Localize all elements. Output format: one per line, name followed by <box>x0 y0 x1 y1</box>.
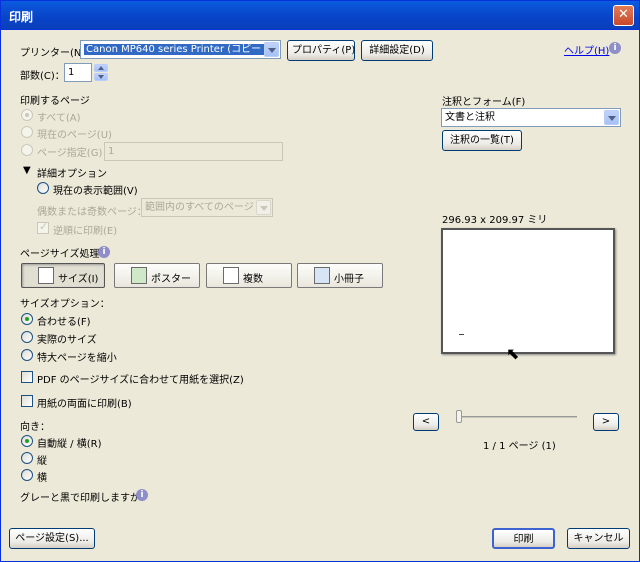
preview-dimensions: 296.93 x 209.97 ミリ <box>442 215 548 226</box>
more-options-label[interactable]: 詳細オプション <box>37 165 107 180</box>
print-button[interactable]: 印刷 <box>492 528 555 549</box>
all-pages-label: すべて(A) <box>37 113 81 124</box>
page-sizing-info-icon[interactable]: i <box>98 246 110 258</box>
shrink-label: 特大ページを縮小 <box>37 353 117 364</box>
fit-radio[interactable] <box>21 313 33 325</box>
properties-button[interactable]: プロパティ(P) <box>287 40 355 61</box>
close-button[interactable]: ✕ <box>613 5 634 26</box>
fit-label: 合わせる(F) <box>37 317 91 328</box>
grayscale-info-icon[interactable]: i <box>136 489 148 501</box>
actual-size-radio[interactable] <box>21 331 33 343</box>
mouse-cursor-icon: ⬉ <box>506 344 520 363</box>
all-pages-radio[interactable] <box>21 109 33 121</box>
tile-multiple[interactable]: 複数 <box>206 263 292 288</box>
current-page-label: 現在のページ(U) <box>37 130 112 141</box>
booklet-icon <box>314 267 330 284</box>
spin-up-icon[interactable] <box>94 64 108 72</box>
tile-poster-label: ポスター <box>151 274 191 285</box>
preview-content-mark <box>459 334 464 335</box>
portrait-label: 縦 <box>37 456 47 467</box>
chevron-down-icon[interactable] <box>604 110 619 125</box>
chevron-down-icon[interactable] <box>256 200 271 215</box>
size-options-label: サイズオプション： <box>20 299 110 310</box>
copies-label: 部数(C)： <box>20 71 65 82</box>
tile-poster[interactable]: ポスター <box>114 263 200 288</box>
printer-select-value: Canon MP640 series Printer (コピー 1) <box>84 44 277 55</box>
page-range-label: ページ指定(G) <box>37 148 103 159</box>
auto-orientation-radio[interactable] <box>21 435 33 447</box>
reverse-checkbox[interactable] <box>37 220 49 234</box>
reverse-label: 逆順に印刷(E) <box>53 226 118 237</box>
current-page-radio[interactable] <box>21 126 33 138</box>
page-sizing-heading: ページサイズ処理 <box>20 249 100 260</box>
next-page-button[interactable]: > <box>593 413 619 431</box>
copies-spinner[interactable] <box>94 64 108 81</box>
print-preview <box>441 228 615 354</box>
portrait-radio[interactable] <box>21 452 33 464</box>
auto-orientation-label: 自動縦 / 横(R) <box>37 439 102 450</box>
comments-select-value: 文書と注釈 <box>445 112 495 123</box>
page-range-input[interactable]: 1 <box>104 142 283 161</box>
page-info: 1 / 1 ページ (1) <box>483 441 556 452</box>
odd-even-label: 偶数または奇数ページ： <box>37 207 147 218</box>
tile-size-label: サイズ(I) <box>58 274 99 285</box>
grayscale-label: グレーと黒で印刷しますか? <box>20 493 146 504</box>
help-info-icon[interactable]: i <box>609 42 621 54</box>
tile-booklet[interactable]: 小冊子 <box>297 263 383 288</box>
tile-multiple-label: 複数 <box>243 274 263 285</box>
landscape-radio[interactable] <box>21 469 33 481</box>
current-view-radio[interactable] <box>37 182 49 194</box>
spin-down-icon[interactable] <box>94 73 108 81</box>
size-icon <box>38 267 54 284</box>
page-setup-button[interactable]: ページ設定(S)... <box>9 528 95 549</box>
pages-heading: 印刷するページ <box>20 96 90 107</box>
landscape-label: 横 <box>37 473 47 484</box>
tile-booklet-label: 小冊子 <box>334 274 364 285</box>
current-view-label: 現在の表示範囲(V) <box>53 186 138 197</box>
duplex-label: 用紙の両面に印刷(B) <box>37 399 132 410</box>
comments-summary-button[interactable]: 注釈の一覧(T) <box>442 130 522 151</box>
odd-even-select-value: 範囲内のすべてのページ <box>145 202 254 213</box>
page-range-radio[interactable] <box>21 144 33 156</box>
page-slider-thumb[interactable] <box>456 410 462 423</box>
chevron-down-icon[interactable] <box>264 42 279 57</box>
title-bar[interactable]: 印刷 ✕ <box>1 1 639 30</box>
multiple-icon <box>223 267 239 284</box>
pdf-paper-checkbox[interactable] <box>21 371 33 383</box>
printer-select[interactable]: Canon MP640 series Printer (コピー 1) <box>80 40 281 59</box>
shrink-radio[interactable] <box>21 349 33 361</box>
prev-page-button[interactable]: < <box>413 413 439 431</box>
comments-select[interactable]: 文書と注釈 <box>441 108 621 127</box>
tile-size[interactable]: サイズ(I) <box>21 263 105 288</box>
duplex-checkbox[interactable] <box>21 395 33 407</box>
more-options-toggle[interactable]: ▼ <box>23 165 31 176</box>
poster-icon <box>131 267 147 284</box>
window-title: 印刷 <box>9 10 34 24</box>
odd-even-select[interactable]: 範囲内のすべてのページ <box>141 198 273 217</box>
cancel-button[interactable]: キャンセル <box>567 528 630 549</box>
copies-input[interactable]: 1 <box>64 63 92 82</box>
pdf-paper-label: PDF のページサイズに合わせて用紙を選択(Z) <box>37 375 244 386</box>
orientation-label: 向き： <box>20 422 50 433</box>
comments-label: 注釈とフォーム(F) <box>442 97 526 108</box>
page-slider-track[interactable] <box>457 416 577 418</box>
actual-size-label: 実際のサイズ <box>37 335 97 346</box>
help-link[interactable]: ヘルプ(H) <box>564 42 609 57</box>
advanced-button[interactable]: 詳細設定(D) <box>361 40 433 61</box>
print-dialog: 印刷 ✕ プリンター(N)： Canon MP640 series Printe… <box>0 0 640 562</box>
